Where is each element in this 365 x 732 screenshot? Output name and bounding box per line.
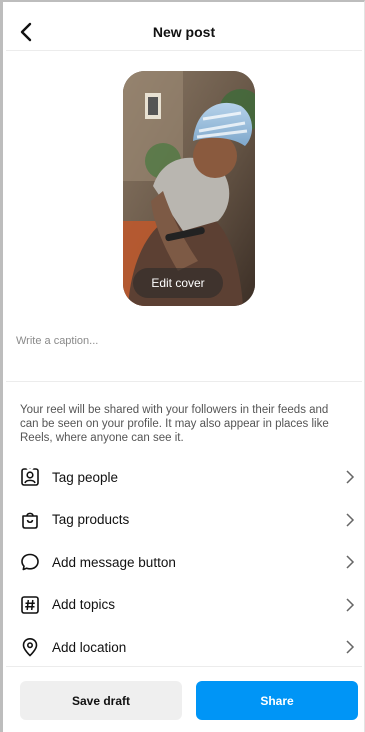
save-draft-button[interactable]: Save draft [20,681,182,720]
menu-item-add-topics[interactable]: Add topics [6,584,362,627]
top-bar: New post [6,14,362,50]
location-pin-icon [22,638,38,657]
post-options-list: Tag people Tag products Add message butt… [6,456,362,669]
page-title: New post [152,24,216,40]
footer-divider [6,666,362,667]
share-button[interactable]: Share [196,681,358,720]
chevron-right-icon [346,640,355,654]
menu-item-label: Tag people [52,469,119,485]
chevron-right-icon [346,555,355,569]
menu-item-label: Add message button [52,554,176,570]
tag-people-icon [21,467,39,486]
caption-input[interactable] [16,332,346,350]
menu-item-label: Tag products [52,512,130,528]
menu-item-add-location[interactable]: Add location [6,626,362,669]
shopping-bag-icon [22,512,38,529]
chevron-right-icon [346,470,355,484]
menu-item-label: Add location [52,639,127,655]
menu-item-label: Add topics [52,597,116,613]
caption-divider [6,381,362,382]
edit-cover-button[interactable]: Edit cover [133,268,223,298]
menu-item-tag-people[interactable]: Tag people [6,456,362,499]
menu-item-add-message-button[interactable]: Add message button [6,541,362,584]
header-divider [6,50,362,51]
chevron-right-icon [346,512,355,527]
chevron-right-icon [346,597,355,612]
hashtag-icon [21,595,39,614]
message-bubble-icon [21,553,39,571]
reel-cover-thumbnail[interactable]: Edit cover [123,71,255,306]
reel-visibility-info: Your reel will be shared with your follo… [20,404,329,444]
menu-item-tag-products[interactable]: Tag products [6,499,362,542]
